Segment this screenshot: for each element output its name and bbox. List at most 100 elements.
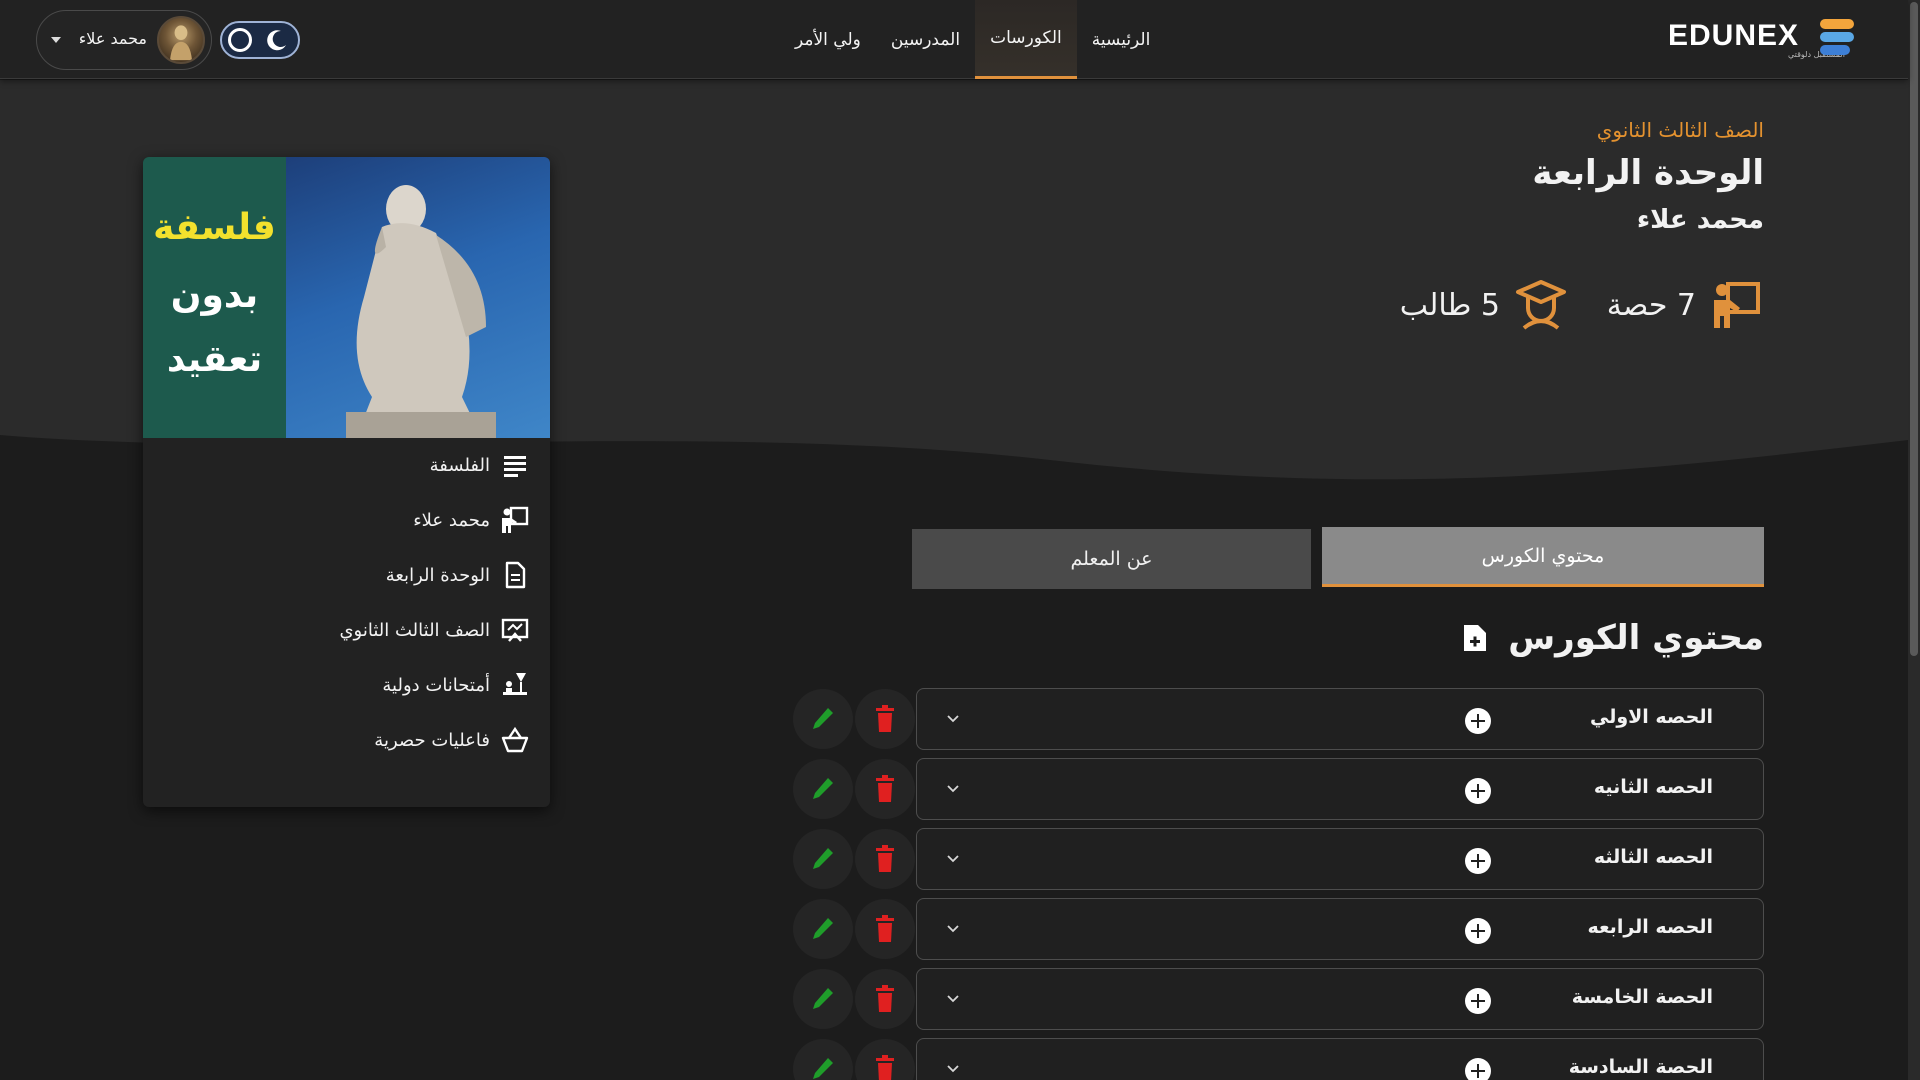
main-nav: الرئيسية الكورسات المدرسين ولي الأمر: [780, 0, 1165, 79]
meta-subject[interactable]: الفلسفة: [430, 447, 530, 483]
page-title: الوحدة الرابعة: [1532, 153, 1764, 193]
delete-lesson-button[interactable]: [855, 829, 915, 889]
section-title: محتوي الكورس: [1462, 618, 1764, 658]
pencil-icon: [813, 988, 833, 1009]
trash-icon: [876, 1055, 894, 1080]
logo-text: EDUNEX: [1668, 19, 1799, 52]
edit-lesson-button[interactable]: [793, 1039, 853, 1080]
nav-home[interactable]: الرئيسية: [1077, 0, 1166, 79]
teacher-icon: [502, 506, 529, 533]
meta-unit[interactable]: الوحدة الرابعة: [386, 557, 530, 593]
meta-exams[interactable]: أمتحانات دولية: [382, 667, 530, 703]
lesson-row[interactable]: الحصة الخامسة: [916, 968, 1764, 1030]
chevron-down-icon[interactable]: [945, 711, 961, 727]
meta-unit-label: الوحدة الرابعة: [385, 564, 490, 586]
meta-subject-label: الفلسفة: [429, 454, 490, 476]
tab-course-content[interactable]: محتوي الكورس: [1322, 527, 1764, 587]
user-name: محمد علاء: [78, 29, 147, 48]
pencil-icon: [813, 778, 833, 799]
nav-parent[interactable]: ولي الأمر: [780, 0, 876, 79]
add-content-icon[interactable]: [1465, 1058, 1491, 1080]
meta-exams-label: أمتحانات دولية: [382, 674, 490, 696]
delete-lesson-button[interactable]: [855, 1039, 915, 1080]
lesson-title: الحصه الاولي: [1589, 706, 1713, 728]
user-menu[interactable]: محمد علاء: [36, 10, 212, 70]
pencil-icon: [813, 1058, 833, 1079]
tab-about-teacher[interactable]: عن المعلم: [912, 529, 1311, 589]
scrollbar[interactable]: [1908, 0, 1920, 1080]
pencil-icon: [813, 708, 833, 729]
toggle-knob: [228, 28, 252, 52]
basket-icon: [501, 726, 529, 753]
lesson-title: الحصه الثانيه: [1593, 776, 1713, 798]
theme-toggle[interactable]: [220, 21, 300, 59]
nav-courses[interactable]: الكورسات: [975, 0, 1077, 79]
cover-text-1: فلسفة: [153, 207, 276, 248]
add-content-icon[interactable]: [1465, 708, 1491, 734]
moon-icon: [267, 30, 286, 51]
chevron-down-icon[interactable]: [945, 991, 961, 1007]
meta-teacher[interactable]: محمد علاء: [413, 502, 530, 538]
add-content-icon[interactable]: [1465, 918, 1491, 944]
statue-image: [346, 185, 496, 438]
chevron-down-icon[interactable]: [945, 851, 961, 867]
trash-icon: [876, 705, 894, 732]
chevron-down-icon[interactable]: [945, 921, 961, 937]
class-board-icon: [501, 618, 529, 642]
trash-icon: [876, 985, 894, 1012]
teacher-board-icon: [1714, 282, 1760, 328]
chevron-down-icon[interactable]: [945, 1061, 961, 1077]
grade-label: الصف الثالث الثانوي: [1596, 118, 1764, 142]
meta-events-label: فاعليات حصرية: [374, 729, 490, 751]
exam-icon: [503, 673, 527, 695]
lessons-count: 7 حصة: [1606, 287, 1696, 323]
lesson-row[interactable]: الحصه الاولي: [916, 688, 1764, 750]
section-title-text: محتوي الكورس: [1508, 618, 1764, 658]
caret-down-icon: [51, 37, 61, 43]
add-content-icon[interactable]: [1465, 848, 1491, 874]
edit-lesson-button[interactable]: [793, 829, 853, 889]
lesson-row[interactable]: الحصه الرابعه: [916, 898, 1764, 960]
lesson-title: الحصه الرابعه: [1587, 916, 1713, 938]
lesson-title: الحصه الثالثه: [1593, 846, 1713, 868]
teacher-name[interactable]: محمد علاء: [1637, 205, 1764, 235]
edit-lesson-button[interactable]: [793, 689, 853, 749]
document-icon: [505, 561, 526, 589]
cover-text-3: تعقيد: [166, 339, 263, 380]
meta-events[interactable]: فاعليات حصرية: [374, 722, 530, 758]
list-icon: [504, 456, 526, 477]
add-content-icon[interactable]: [1465, 988, 1491, 1014]
edit-lesson-button[interactable]: [793, 759, 853, 819]
students-count-stat: 5 طالب: [1400, 277, 1568, 333]
delete-lesson-button[interactable]: [855, 759, 915, 819]
delete-lesson-button[interactable]: [855, 969, 915, 1029]
meta-grade[interactable]: الصف الثالث الثانوي: [339, 612, 530, 648]
graduation-cap-icon: [1516, 280, 1566, 330]
delete-lesson-button[interactable]: [855, 689, 915, 749]
trash-icon: [876, 845, 894, 872]
meta-teacher-label: محمد علاء: [413, 509, 490, 531]
file-add-icon: [1464, 625, 1487, 651]
edunex-logo[interactable]: EDUNEX المستقبل دلوقتي: [1668, 15, 1858, 61]
pencil-icon: [813, 918, 833, 939]
add-content-icon[interactable]: [1465, 778, 1491, 804]
lesson-row[interactable]: الحصة السادسة: [916, 1038, 1764, 1080]
pencil-icon: [813, 848, 833, 869]
delete-lesson-button[interactable]: [855, 899, 915, 959]
course-info-card: فلسفة بدون تعقيد الفلسفة محمد علاء الوحد…: [143, 157, 550, 807]
nav-teachers[interactable]: المدرسين: [876, 0, 975, 79]
edit-lesson-button[interactable]: [793, 899, 853, 959]
meta-grade-label: الصف الثالث الثانوي: [339, 619, 490, 641]
navbar: EDUNEX المستقبل دلوقتي الرئيسية الكورسات…: [0, 0, 1908, 79]
cover-text-2: بدون: [170, 275, 259, 316]
scrollbar-thumb[interactable]: [1910, 2, 1918, 656]
lesson-row[interactable]: الحصه الثالثه: [916, 828, 1764, 890]
edit-lesson-button[interactable]: [793, 969, 853, 1029]
trash-icon: [876, 775, 894, 802]
chevron-down-icon[interactable]: [945, 781, 961, 797]
lessons-count-stat: 7 حصة: [1607, 277, 1764, 333]
avatar: [157, 16, 205, 64]
students-count: 5 طالب: [1399, 287, 1500, 323]
lesson-title: الحصة الخامسة: [1571, 986, 1713, 1008]
lesson-row[interactable]: الحصه الثانيه: [916, 758, 1764, 820]
